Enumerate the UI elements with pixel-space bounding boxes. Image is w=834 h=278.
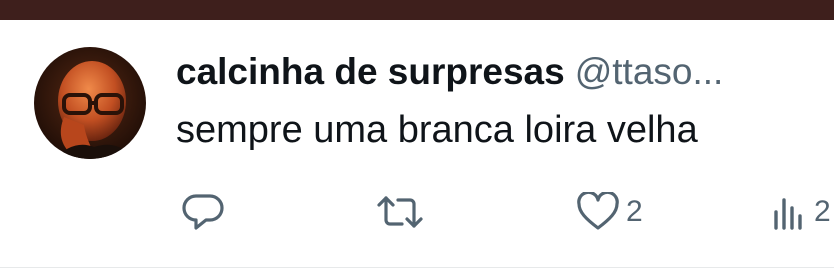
tweet-card[interactable]: calcinha de surpresas @ttaso... sempre um… (0, 0, 834, 278)
top-bar (0, 0, 834, 20)
avatar[interactable] (34, 47, 146, 159)
reply-button[interactable] (182, 192, 230, 232)
tweet-text: sempre uma branca loira velha (176, 109, 698, 151)
display-name[interactable]: calcinha de surpresas (176, 51, 565, 92)
retweet-button[interactable] (375, 192, 431, 232)
user-handle[interactable]: @ttaso... (575, 51, 724, 92)
reply-icon (182, 192, 224, 232)
divider (0, 267, 834, 268)
views-count: 2 (814, 195, 831, 228)
retweet-icon (375, 192, 425, 232)
heart-icon (576, 192, 620, 232)
like-count: 2 (626, 195, 643, 228)
views-icon (772, 192, 808, 232)
tweet-header: calcinha de surpresas @ttaso... (176, 50, 723, 94)
views-button[interactable]: 2 (772, 192, 831, 232)
like-button[interactable]: 2 (576, 192, 643, 232)
